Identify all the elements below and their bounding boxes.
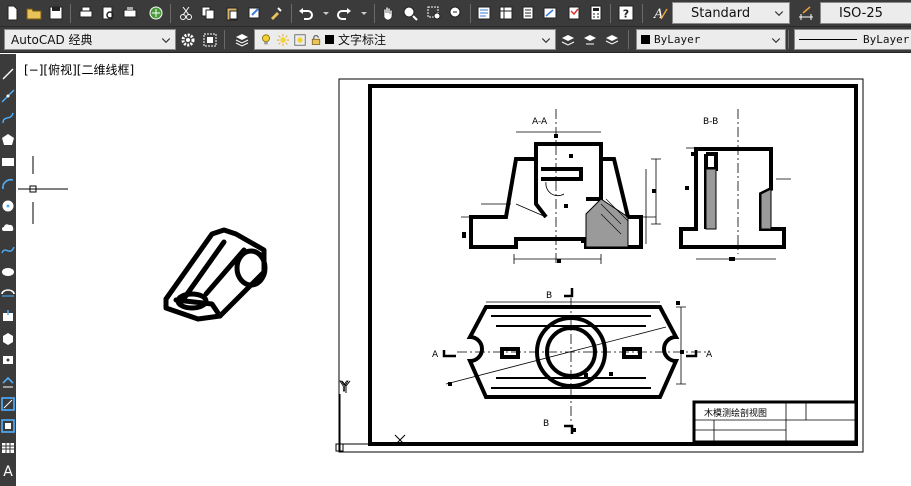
- spline-icon[interactable]: [0, 240, 16, 260]
- layer-lock-icon: [310, 33, 322, 47]
- chevron-down-icon: [158, 32, 173, 47]
- zoom-realtime-icon[interactable]: [400, 3, 420, 23]
- drawing-canvas[interactable]: [−][俯视][二维线框] A-A B-B A A B B 木模测绘剖视图 Y: [16, 54, 911, 486]
- layer-previous-icon[interactable]: [580, 30, 600, 50]
- polygon-icon[interactable]: [0, 130, 16, 150]
- save-icon[interactable]: [46, 3, 66, 23]
- layer-color-icon: [325, 35, 334, 44]
- layer-viewport-icon: [293, 33, 307, 47]
- dim-style-value: ISO-25: [839, 5, 883, 21]
- isometric-part: [163, 227, 268, 322]
- point-icon[interactable]: [0, 350, 16, 370]
- redo-dropdown-icon[interactable]: [354, 3, 374, 23]
- dim-style-dropdown[interactable]: ISO-25: [820, 2, 911, 24]
- cut-a-right-label: A: [706, 350, 713, 360]
- calculator-icon[interactable]: [586, 3, 606, 23]
- dim-style-icon[interactable]: [796, 3, 816, 23]
- layer-light-icon: [259, 33, 273, 47]
- table-icon[interactable]: [0, 438, 16, 458]
- pan-icon[interactable]: [378, 3, 398, 23]
- layer-manager-icon[interactable]: [232, 30, 252, 50]
- text-style-dropdown[interactable]: Standard: [672, 2, 790, 24]
- region-icon[interactable]: [0, 416, 16, 436]
- arc-icon[interactable]: [0, 174, 16, 194]
- publish-icon[interactable]: [146, 3, 166, 23]
- undo-icon[interactable]: [296, 3, 316, 23]
- multiline-text-icon[interactable]: A: [0, 460, 16, 480]
- color-value: ByLayer: [654, 33, 701, 46]
- chevron-down-icon: [768, 32, 783, 47]
- crosshair-cursor: [18, 156, 68, 224]
- paste-icon[interactable]: [222, 3, 242, 23]
- plot-icon[interactable]: [120, 3, 140, 23]
- tool-palettes-icon[interactable]: [518, 3, 538, 23]
- cut-icon[interactable]: [176, 3, 196, 23]
- workspace-value: AutoCAD 经典: [11, 33, 93, 47]
- cut-b-bottom-label: B: [543, 419, 549, 429]
- zoom-window-icon[interactable]: [424, 3, 444, 23]
- title-block: 木模测绘剖视图: [692, 400, 858, 444]
- construction-line-icon[interactable]: [0, 86, 16, 106]
- make-block-icon[interactable]: [0, 328, 16, 348]
- layers-toolbar: AutoCAD 经典 文字标注 ByLayer ByLayer: [0, 27, 911, 53]
- ucs-y-label: Y: [339, 380, 348, 395]
- layer-sun-icon: [276, 33, 290, 47]
- hatch-icon[interactable]: [0, 372, 16, 392]
- zoom-previous-icon[interactable]: [446, 3, 466, 23]
- circle-icon[interactable]: [0, 196, 16, 216]
- svg-text:A: A: [3, 464, 13, 477]
- color-swatch-icon: [641, 35, 650, 44]
- linetype-icon: [799, 39, 857, 40]
- markup-icon[interactable]: [564, 3, 584, 23]
- layer-name-value: 文字标注: [338, 33, 387, 47]
- settings-gear-icon[interactable]: [178, 30, 198, 50]
- cut-a-left-label: A: [432, 350, 439, 360]
- line-icon[interactable]: [0, 64, 16, 84]
- sheet-set-icon[interactable]: [540, 3, 560, 23]
- chevron-down-icon: [538, 32, 553, 47]
- ellipse-arc-icon[interactable]: [0, 284, 16, 304]
- text-style-value: Standard: [691, 5, 751, 21]
- print-icon[interactable]: [76, 3, 96, 23]
- color-dropdown[interactable]: ByLayer: [636, 29, 786, 50]
- layer-state-icon[interactable]: [602, 30, 622, 50]
- section-bb-label: B-B: [703, 117, 718, 127]
- polyline-icon[interactable]: [0, 108, 16, 128]
- text-style-icon[interactable]: A: [650, 3, 670, 23]
- paintbrush-icon[interactable]: [266, 3, 286, 23]
- gradient-icon[interactable]: [0, 394, 16, 414]
- insert-block-icon[interactable]: [0, 306, 16, 326]
- print-preview-icon[interactable]: [98, 3, 118, 23]
- cad-drawing: A-A B-B A A B B 木模测绘剖视图 Y: [18, 78, 864, 453]
- cut-b-top-label: B: [546, 291, 552, 301]
- workspace-icon[interactable]: [200, 30, 220, 50]
- help-icon[interactable]: ?: [616, 3, 636, 23]
- svg-text:?: ?: [623, 8, 629, 21]
- linetype-dropdown[interactable]: ByLayer: [794, 29, 911, 50]
- undo-dropdown-icon[interactable]: [316, 3, 336, 23]
- linetype-value: ByLayer: [863, 33, 910, 46]
- title-block-name: 木模测绘剖视图: [704, 407, 767, 419]
- draw-toolbar: A: [0, 54, 16, 486]
- section-aa-label: A-A: [532, 117, 548, 127]
- chevron-down-icon: [771, 5, 787, 21]
- rectangle-icon[interactable]: [0, 152, 16, 172]
- make-current-icon[interactable]: [558, 30, 578, 50]
- layer-dropdown[interactable]: 文字标注: [254, 29, 556, 50]
- revision-cloud-icon[interactable]: [0, 218, 16, 238]
- redo-icon[interactable]: [334, 3, 354, 23]
- copy-icon[interactable]: [198, 3, 218, 23]
- workspace-dropdown[interactable]: AutoCAD 经典: [4, 29, 176, 50]
- design-center-icon[interactable]: [496, 3, 516, 23]
- ellipse-icon[interactable]: [0, 262, 16, 282]
- new-icon[interactable]: [2, 3, 22, 23]
- standard-toolbar: ? A Standard ISO-25: [0, 0, 911, 27]
- properties-icon[interactable]: [474, 3, 494, 23]
- open-icon[interactable]: [24, 3, 44, 23]
- match-properties-icon[interactable]: [244, 3, 264, 23]
